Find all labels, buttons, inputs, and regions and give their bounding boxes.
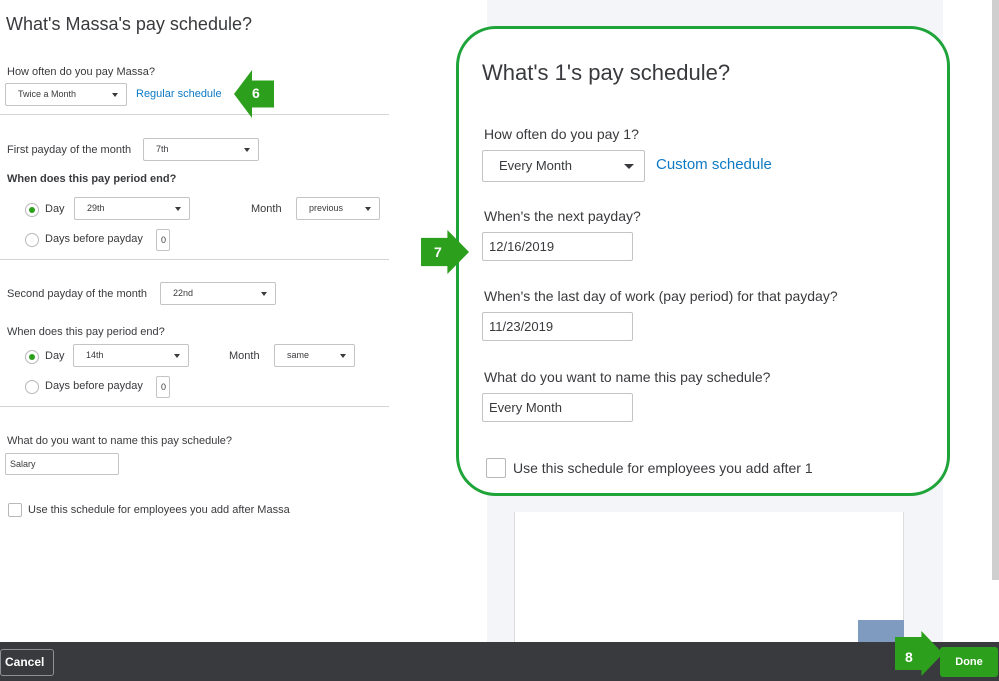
divider [0, 114, 389, 115]
second-days-before-label: Days before payday [45, 380, 143, 392]
second-days-before-input[interactable]: 0 [156, 376, 170, 398]
chevron-down-icon [340, 354, 346, 358]
left-pay-schedule-form: What's Massa's pay schedule? How often d… [0, 0, 398, 642]
step-6-number: 6 [252, 85, 260, 101]
name-input[interactable]: Salary [5, 453, 119, 475]
callout-name-input[interactable]: Every Month [482, 393, 633, 422]
chevron-down-icon [261, 292, 267, 296]
callout-title: What's 1's pay schedule? [482, 60, 731, 85]
chevron-down-icon [174, 354, 180, 358]
second-day-option-label: Day [45, 350, 65, 362]
first-day-select-value: 29th [87, 203, 105, 213]
callout-use-schedule-label: Use this schedule for employees you add … [513, 460, 813, 476]
second-month-select-value: same [287, 350, 310, 360]
page-title: What's Massa's pay schedule? [6, 14, 252, 34]
first-days-before-label: Days before payday [45, 233, 143, 245]
chevron-down-icon [244, 148, 250, 152]
preview-document [514, 512, 904, 642]
step-7-number: 7 [434, 244, 442, 260]
custom-schedule-link[interactable]: Custom schedule [656, 156, 772, 173]
chevron-down-icon [175, 207, 181, 211]
second-month-select[interactable]: same [274, 344, 355, 367]
first-day-option-label: Day [45, 203, 65, 215]
last-day-input[interactable]: 11/23/2019 [482, 312, 633, 341]
footer-bar [0, 642, 999, 681]
first-days-before-radio[interactable] [25, 233, 39, 247]
next-payday-input[interactable]: 12/16/2019 [482, 232, 633, 261]
second-day-select-value: 14th [86, 350, 104, 360]
first-payday-select-value: 7th [156, 144, 169, 154]
divider [0, 406, 389, 407]
second-month-label: Month [229, 350, 260, 362]
first-month-select[interactable]: previous [296, 197, 380, 220]
callout-frequency-select[interactable]: Every Month [482, 150, 645, 182]
regular-schedule-link[interactable]: Regular schedule [136, 88, 222, 100]
first-month-label: Month [251, 203, 282, 215]
scrollbar[interactable] [992, 0, 999, 580]
callout-pay-schedule-form: What's 1's pay schedule? How often do yo… [456, 26, 950, 496]
use-schedule-checkbox[interactable] [8, 503, 22, 517]
first-day-select[interactable]: 29th [74, 197, 190, 220]
frequency-label: How often do you pay Massa? [7, 66, 155, 78]
second-payday-select[interactable]: 22nd [160, 282, 276, 305]
use-schedule-label: Use this schedule for employees you add … [28, 504, 290, 516]
chevron-down-icon [624, 164, 634, 169]
first-days-before-input[interactable]: 0 [156, 229, 170, 251]
first-period-end-label: When does this pay period end? [7, 173, 177, 185]
callout-frequency-label: How often do you pay 1? [484, 126, 639, 142]
second-payday-label: Second payday of the month [7, 288, 148, 300]
callout-name-label: What do you want to name this pay schedu… [484, 369, 771, 385]
chevron-down-icon [365, 207, 371, 211]
step-8-number: 8 [905, 649, 913, 665]
chevron-down-icon [112, 93, 118, 97]
first-payday-select[interactable]: 7th [143, 138, 259, 161]
second-day-select[interactable]: 14th [73, 344, 189, 367]
done-button[interactable]: Done [940, 647, 998, 677]
callout-use-schedule-checkbox[interactable] [486, 458, 506, 478]
name-label: What do you want to name this pay schedu… [7, 435, 233, 447]
frequency-select[interactable]: Twice a Month [5, 83, 127, 106]
callout-frequency-select-value: Every Month [499, 158, 572, 173]
frequency-select-value: Twice a Month [18, 89, 77, 99]
first-payday-label: First payday of the month [7, 144, 132, 156]
first-day-radio[interactable] [25, 203, 39, 217]
divider [0, 259, 389, 260]
first-month-select-value: previous [309, 203, 344, 213]
last-day-label: When's the last day of work (pay period)… [484, 288, 838, 304]
second-period-end-label: When does this pay period end? [7, 326, 165, 338]
second-payday-select-value: 22nd [173, 288, 194, 298]
pay-schedule-page: What's Massa's pay schedule? How often d… [0, 0, 999, 681]
next-payday-label: When's the next payday? [484, 208, 641, 224]
second-days-before-radio[interactable] [25, 380, 39, 394]
cancel-button[interactable]: Cancel [0, 649, 54, 676]
second-day-radio[interactable] [25, 350, 39, 364]
